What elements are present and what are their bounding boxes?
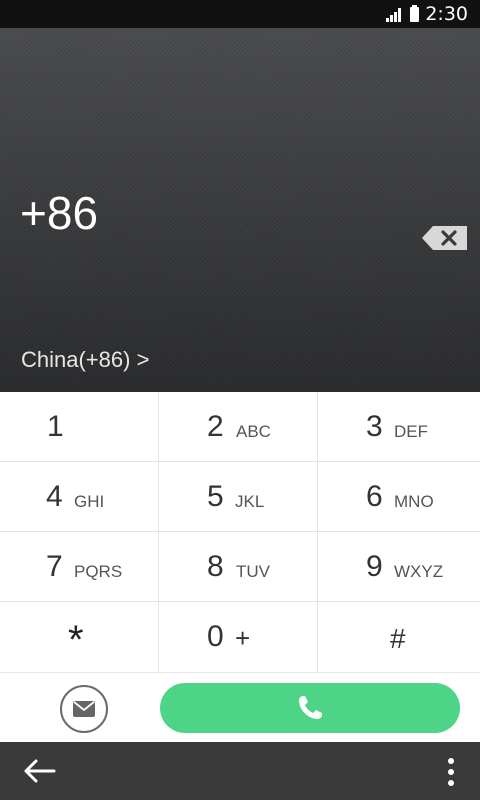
status-bar: 2:30	[0, 0, 480, 28]
key-digit: 7	[46, 550, 63, 583]
key-6[interactable]: 6 MNO	[318, 462, 480, 532]
key-letters: TUV	[236, 562, 270, 581]
key-letters: GHI	[74, 492, 105, 511]
key-digit: 1	[47, 410, 64, 443]
key-3[interactable]: 3 DEF	[318, 392, 480, 462]
key-digit: 9	[366, 550, 383, 583]
keypad: 1 2 ABC 3 DEF 4 GHI 5 JKL 6 MNO 7 PQRS 8…	[0, 392, 480, 672]
key-1[interactable]: 1	[0, 392, 159, 462]
key-9[interactable]: 9 WXYZ	[318, 532, 480, 602]
key-digit: 3	[366, 410, 383, 443]
key-digit: 4	[46, 480, 63, 513]
more-vertical-icon[interactable]	[440, 756, 462, 788]
key-letters: +	[235, 623, 251, 653]
backspace-icon[interactable]	[421, 224, 469, 252]
key-4[interactable]: 4 GHI	[0, 462, 159, 532]
key-digit: 8	[207, 550, 224, 583]
key-8[interactable]: 8 TUV	[159, 532, 318, 602]
key-letters: PQRS	[74, 562, 123, 581]
key-letters: DEF	[394, 422, 428, 441]
message-button[interactable]	[60, 685, 108, 733]
country-selector[interactable]: China(+86) >	[21, 347, 149, 373]
signal-icon	[386, 8, 402, 22]
action-row	[0, 672, 480, 742]
key-hash[interactable]: #	[318, 602, 480, 672]
key-digit: *	[68, 618, 84, 662]
call-button[interactable]	[160, 683, 460, 733]
key-digit: 0	[207, 620, 224, 653]
phone-icon	[299, 696, 322, 719]
key-2[interactable]: 2 ABC	[159, 392, 318, 462]
status-time: 2:30	[425, 3, 468, 25]
key-7[interactable]: 7 PQRS	[0, 532, 159, 602]
dialer-display: +86 China(+86) >	[0, 28, 480, 392]
key-5[interactable]: 5 JKL	[159, 462, 318, 532]
key-digit: #	[390, 623, 406, 654]
key-letters: WXYZ	[394, 562, 444, 581]
key-digit: 2	[207, 410, 224, 443]
key-letters: MNO	[394, 492, 434, 511]
key-letters: JKL	[235, 492, 265, 511]
battery-icon	[410, 4, 420, 22]
key-letters: ABC	[236, 422, 271, 441]
status-indicators: 2:30	[386, 0, 468, 28]
key-digit: 6	[366, 480, 383, 513]
key-digit: 5	[207, 480, 224, 513]
back-arrow-icon[interactable]	[22, 756, 58, 786]
navigation-bar	[0, 742, 480, 800]
key-0[interactable]: 0 +	[159, 602, 318, 672]
message-icon	[73, 701, 95, 717]
key-star[interactable]: *	[0, 602, 159, 672]
dialed-number: +86	[20, 187, 99, 239]
